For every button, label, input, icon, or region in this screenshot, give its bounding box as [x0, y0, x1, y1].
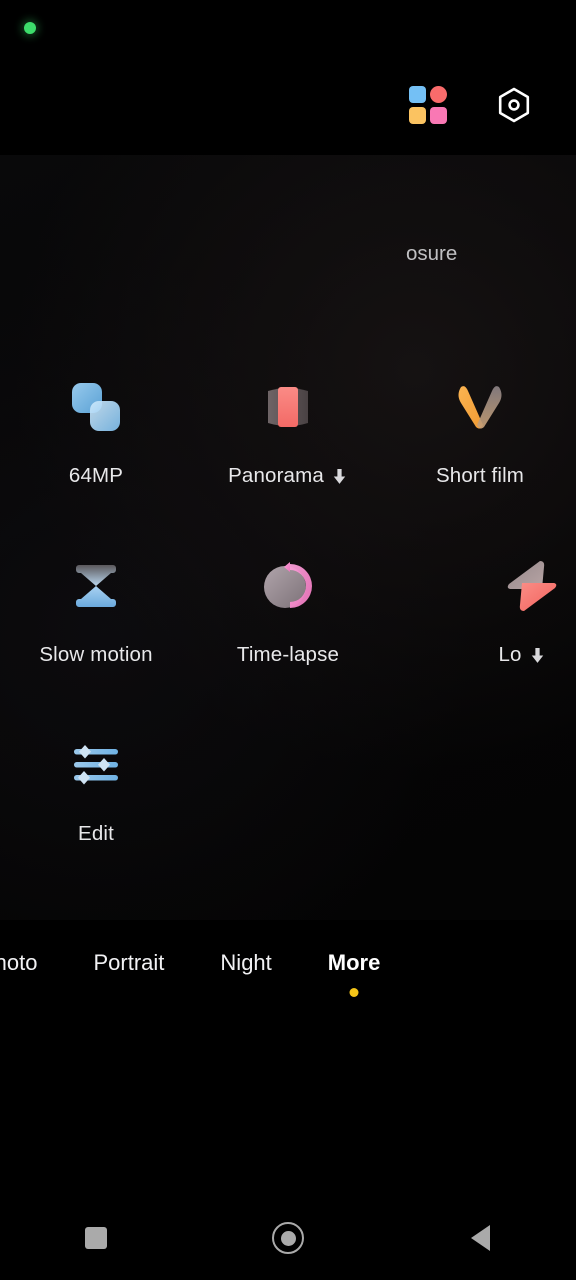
clock-circle-icon	[256, 554, 320, 618]
mode-label-text: 64MP	[68, 464, 124, 487]
filters-button[interactable]	[404, 81, 452, 129]
recents-button[interactable]	[48, 1207, 144, 1269]
mode-item-64mp[interactable]: 64MP	[0, 375, 192, 530]
mode-label: 64MP	[69, 464, 123, 488]
mode-label: Slow motion	[39, 643, 152, 667]
camera-app-screen: 64MP Panorama Short film Slow motion Tim…	[0, 0, 576, 1280]
active-mode-indicator-dot	[349, 988, 359, 997]
filter-tile-yellow	[409, 107, 426, 124]
back-button[interactable]	[432, 1207, 528, 1269]
mode-label: Time-lapse	[237, 643, 339, 667]
mode-switcher-strip: Photo Portrait Night More	[0, 950, 409, 997]
mode-label-text: Panorama	[228, 464, 324, 487]
top-control-bar	[0, 56, 576, 154]
mode-item-panorama[interactable]: Panorama	[192, 375, 384, 530]
mode-tab-label: Photo	[0, 950, 38, 975]
mode-switcher-bar[interactable]: Photo Portrait Night More	[0, 920, 576, 1030]
sliders-icon	[64, 733, 128, 797]
mode-label: Lo	[498, 643, 545, 667]
mode-tab-label: More	[327, 950, 381, 975]
mode-tab-more[interactable]: More	[300, 950, 409, 997]
home-button[interactable]	[240, 1207, 336, 1269]
mode-grid: 64MP Panorama Short film Slow motion Tim…	[0, 375, 576, 888]
more-modes-panel: 64MP Panorama Short film Slow motion Tim…	[0, 155, 576, 920]
mode-item-long-exposure[interactable]: Lo	[436, 554, 576, 709]
settings-button[interactable]	[490, 81, 538, 129]
mode-label-text: Short film	[435, 464, 525, 487]
camera-privacy-indicator-dot	[24, 22, 36, 34]
mode-label-ghost: osure	[406, 242, 458, 265]
mode-tab-label: Portrait	[93, 950, 165, 975]
download-icon	[531, 648, 543, 663]
download-icon	[333, 469, 346, 484]
filter-tile-pink	[430, 107, 447, 124]
lightning-bolt-icon	[500, 554, 564, 618]
v-shape-film-icon	[448, 375, 512, 439]
mode-tab-night[interactable]: Night	[192, 950, 299, 976]
overlapping-squares-icon	[64, 375, 128, 439]
mode-tab-label: Night	[220, 950, 272, 975]
home-circle-icon	[272, 1222, 304, 1254]
mode-item-short-film[interactable]: Short film	[384, 375, 576, 530]
color-filters-icon	[409, 86, 447, 124]
mode-label-text: Time-lapse	[236, 643, 340, 666]
hourglass-icon	[64, 554, 128, 618]
status-bar	[0, 0, 576, 56]
hexagon-aperture-settings-icon	[498, 87, 530, 123]
panorama-barrel-icon	[256, 375, 320, 439]
mode-item-slow-motion[interactable]: Slow motion	[0, 554, 192, 709]
mode-label-text: Slow motion	[39, 643, 153, 666]
mode-label: Edit	[78, 822, 114, 846]
mode-tab-photo[interactable]: Photo	[0, 950, 66, 976]
mode-item-edit[interactable]: Edit	[0, 733, 192, 888]
mode-label-text: Edit	[78, 822, 114, 845]
filter-tile-blue	[409, 86, 426, 103]
mode-label: Short film	[436, 464, 524, 488]
recents-square-icon	[85, 1227, 107, 1249]
mode-label: Panorama	[228, 464, 348, 488]
mode-label-text: Lo	[498, 643, 522, 666]
filter-tile-red	[430, 86, 447, 103]
mode-tab-portrait[interactable]: Portrait	[66, 950, 193, 976]
android-navigation-bar	[0, 1196, 576, 1280]
mode-item-time-lapse[interactable]: Time-lapse	[192, 554, 384, 709]
back-triangle-icon	[470, 1225, 490, 1251]
